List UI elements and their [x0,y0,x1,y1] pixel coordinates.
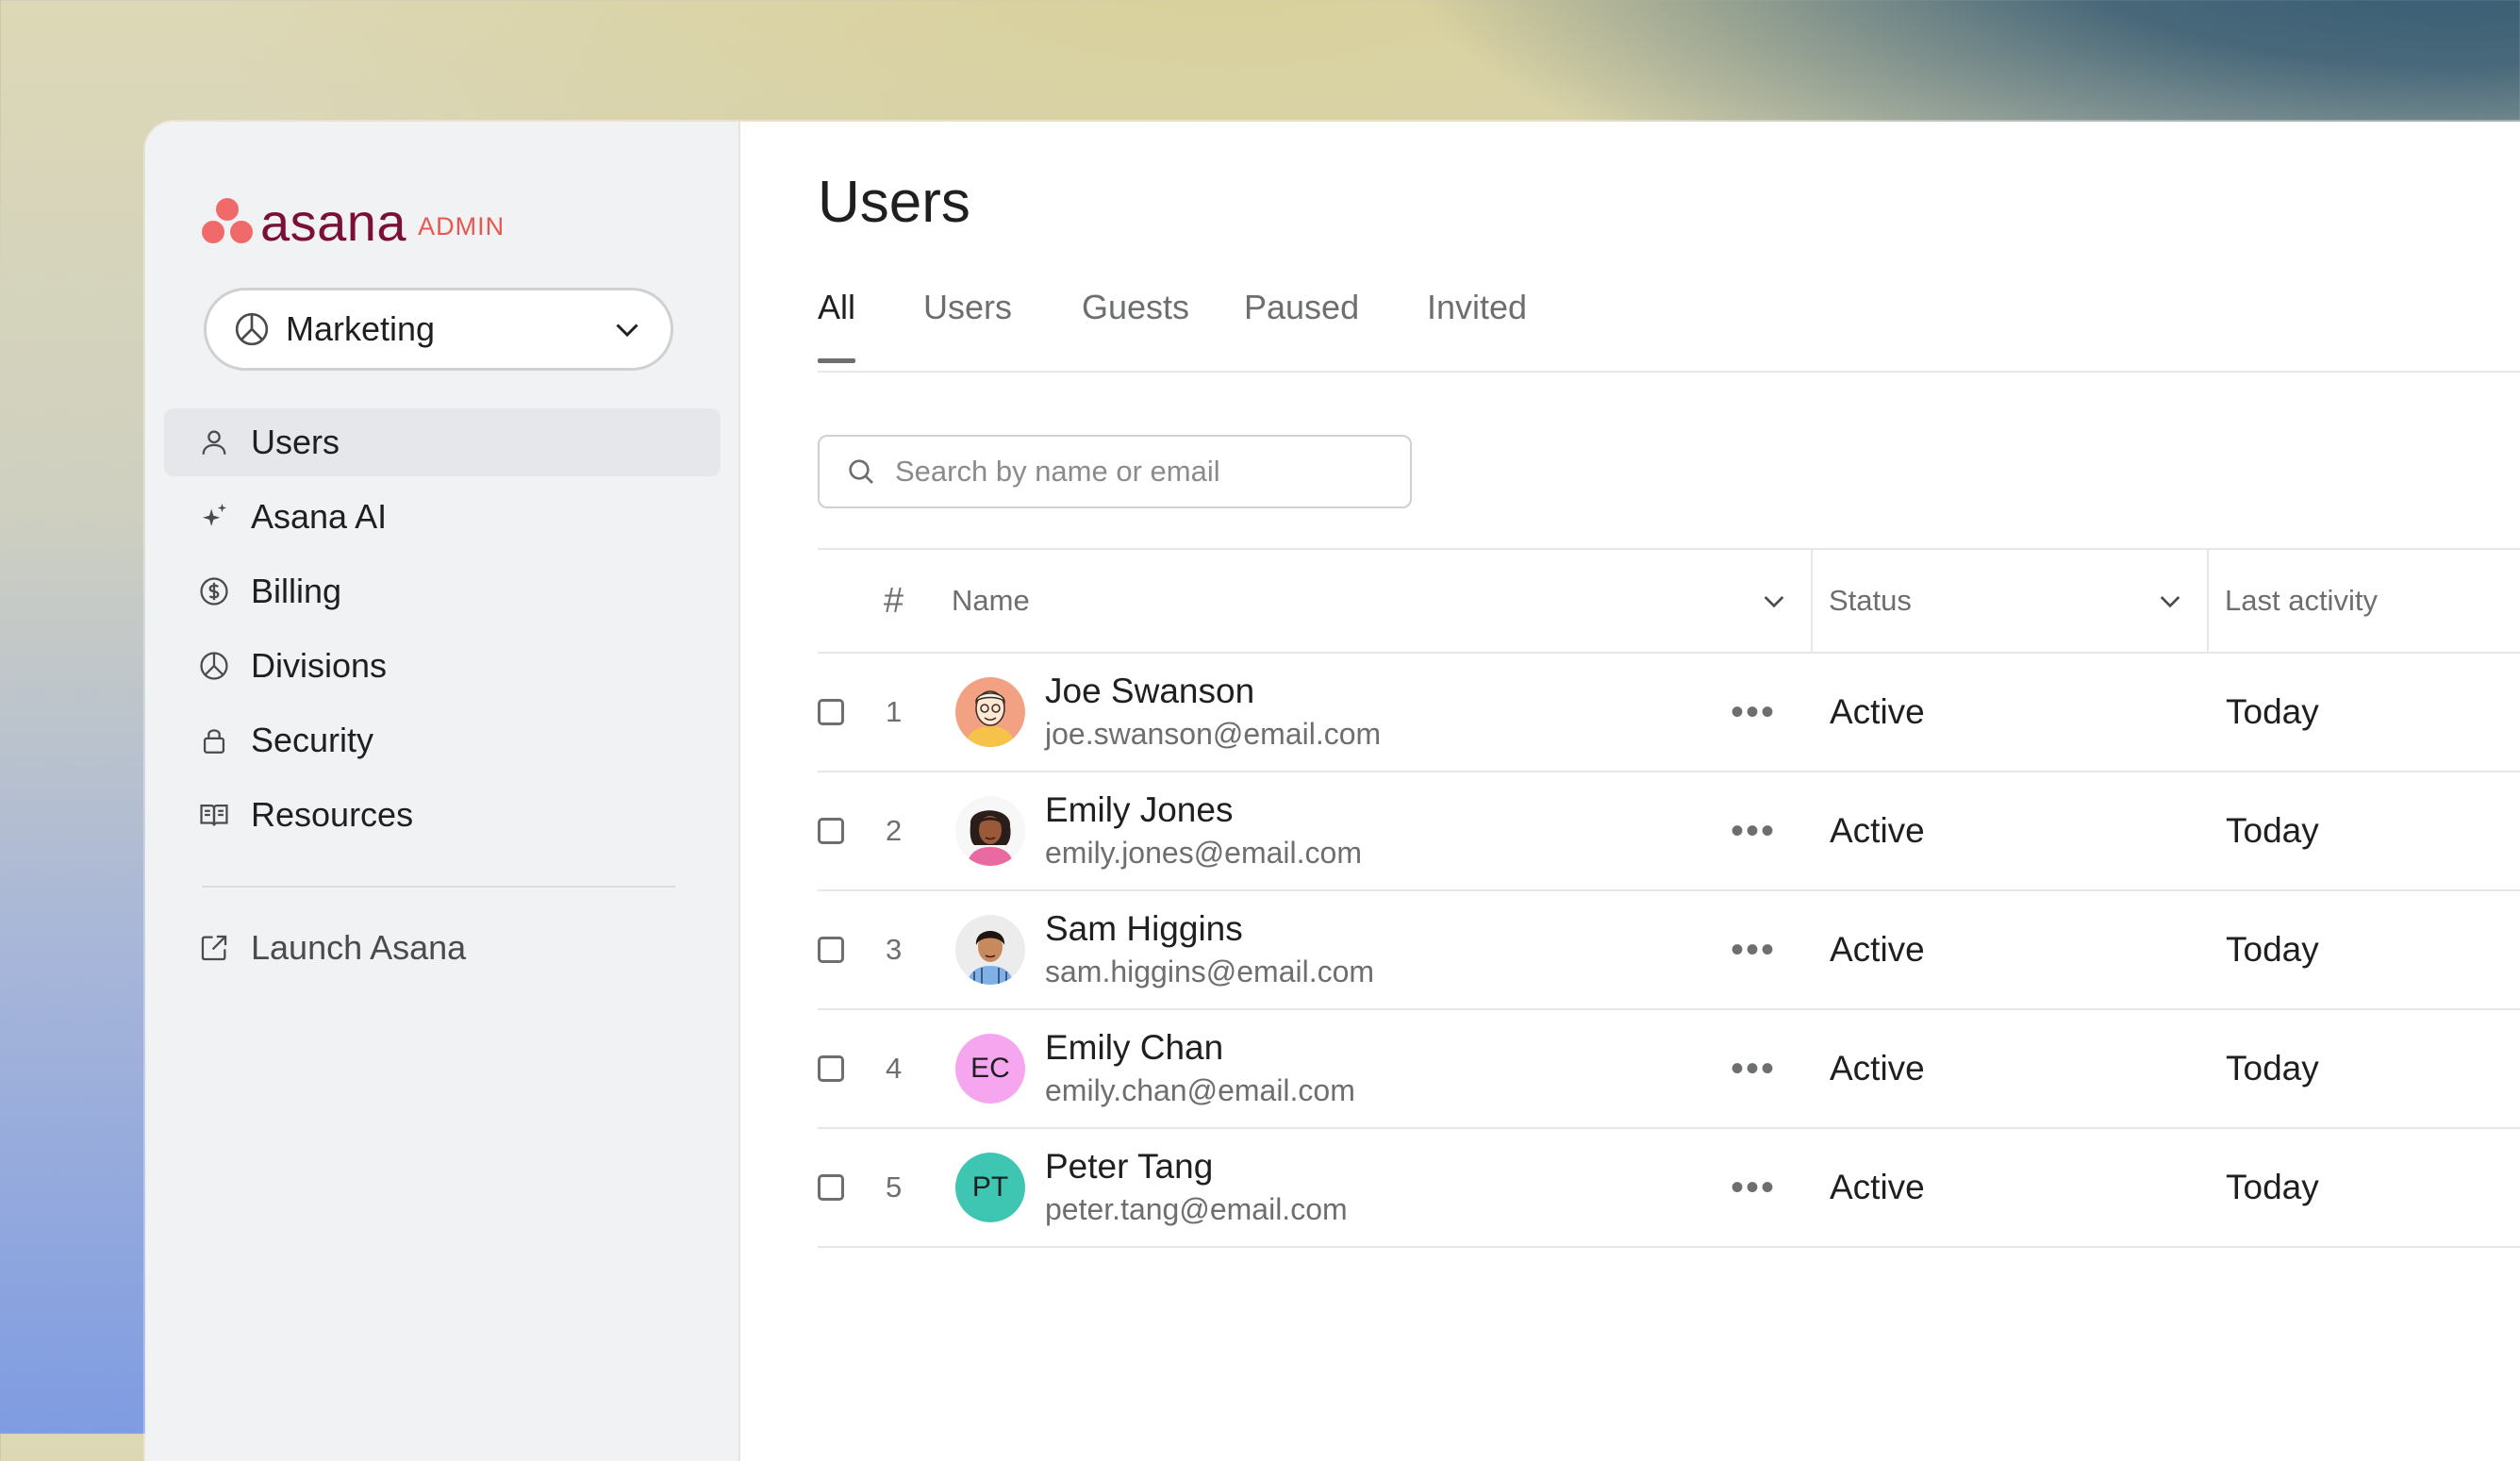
row-checkbox[interactable] [818,699,844,725]
tab-users[interactable]: Users [923,288,1012,346]
pie-chart-icon [235,312,269,346]
column-divider [1811,550,1813,652]
asana-logo[interactable]: asana ADMIN [202,191,506,252]
avatar [955,677,1025,747]
tab-guests[interactable]: Guests [1082,288,1189,346]
sidebar-item-label: Users [251,423,340,461]
last-activity-value: Today [2226,930,2319,969]
status-value: Active [1830,692,1925,731]
more-actions-button[interactable]: ••• [1731,1010,1776,1127]
search-box[interactable] [818,435,1412,508]
sidebar-item-resources[interactable]: Resources [164,781,721,849]
sidebar: asana ADMIN Marketing Users Asana AI Bil… [145,122,740,1461]
app-window: asana ADMIN Marketing Users Asana AI Bil… [145,122,2520,1461]
status-column-header[interactable]: Status [1829,550,1912,652]
sidebar-item-users[interactable]: Users [164,408,721,476]
launch-asana-link[interactable]: Launch Asana [164,914,721,982]
launch-asana-label: Launch Asana [251,928,467,967]
user-name[interactable]: Peter Tang [1045,1145,1348,1188]
dollar-icon [200,577,228,606]
status-value: Active [1830,1168,1925,1206]
sidebar-nav: Users Asana AI Billing Divisions Securit… [164,408,721,855]
user-email: emily.jones@email.com [1045,836,1362,870]
table-row[interactable]: 3 Sam Higgins sam.higgins@email.com ••• … [818,891,2520,1010]
tab-bar: All Users Guests Paused Invited [818,288,2520,373]
workspace-label: Marketing [286,309,436,348]
row-checkbox[interactable] [818,1174,844,1201]
sidebar-item-security[interactable]: Security [164,706,721,774]
user-email: joe.swanson@email.com [1045,717,1382,751]
column-divider [2207,550,2209,652]
status-value: Active [1830,1049,1925,1087]
row-number: 5 [886,1170,903,1204]
user-icon [202,430,226,455]
last-activity-value: Today [2226,1168,2319,1206]
more-actions-button[interactable]: ••• [1731,654,1776,771]
last-activity-value: Today [2226,811,2319,850]
last-activity-value: Today [2226,1049,2319,1087]
sidebar-item-label: Security [251,721,374,759]
row-checkbox[interactable] [818,937,844,963]
sidebar-divider [202,886,675,888]
avatar [955,915,1025,985]
sidebar-item-divisions[interactable]: Divisions [164,632,721,700]
user-name[interactable]: Sam Higgins [1045,907,1374,951]
status-value: Active [1830,930,1925,969]
tab-paused[interactable]: Paused [1244,288,1359,346]
user-name[interactable]: Emily Chan [1045,1026,1355,1070]
external-link-icon [201,935,227,961]
number-column-header: # [884,580,904,621]
last-activity-value: Today [2226,692,2319,731]
table-row[interactable]: 5 PT Peter Tang peter.tang@email.com •••… [818,1129,2520,1248]
sidebar-item-label: Asana AI [251,497,388,536]
more-actions-button[interactable]: ••• [1731,891,1776,1008]
logo-wordmark: asana [260,191,407,252]
user-name[interactable]: Joe Swanson [1045,670,1381,713]
chevron-down-icon [616,324,638,338]
table-row[interactable]: 2 Emily Jones emily.jones@email.com ••• … [818,772,2520,891]
row-number: 1 [886,695,903,728]
admin-badge: ADMIN [418,211,506,241]
row-checkbox[interactable] [818,818,844,844]
row-number: 3 [886,933,903,966]
more-actions-button[interactable]: ••• [1731,772,1776,889]
avatar: PT [955,1153,1025,1222]
table-row[interactable]: 4 EC Emily Chan emily.chan@email.com •••… [818,1010,2520,1129]
sidebar-item-label: Billing [251,572,342,610]
sparkle-icon [202,503,227,526]
main-content: Users All Users Guests Paused Invited # … [740,122,2520,1461]
chevron-down-icon[interactable] [2155,586,2185,616]
lock-icon [203,729,225,754]
user-name[interactable]: Emily Jones [1045,789,1362,832]
page-title: Users [818,170,970,235]
tab-invited[interactable]: Invited [1427,288,1527,346]
table-header: # Name Status Last activity [818,548,2520,654]
workspace-selector[interactable]: Marketing [204,288,673,371]
book-icon [200,804,228,826]
table-row[interactable]: 1 Joe Swanson joe.swanson@email.com ••• … [818,654,2520,772]
sidebar-item-label: Divisions [251,646,388,685]
sidebar-item-label: Resources [251,795,414,834]
row-checkbox[interactable] [818,1055,844,1082]
more-actions-button[interactable]: ••• [1731,1129,1776,1246]
avatar [955,796,1025,866]
search-input[interactable] [893,454,1387,490]
sidebar-item-billing[interactable]: Billing [164,557,721,625]
user-email: emily.chan@email.com [1045,1073,1355,1107]
pie-chart-icon [200,652,228,680]
search-icon [849,459,873,484]
asana-dots-icon [202,198,253,245]
name-column-header[interactable]: Name [952,550,1030,652]
row-number: 2 [886,814,903,847]
user-email: sam.higgins@email.com [1045,955,1375,988]
user-email: peter.tang@email.com [1045,1192,1348,1226]
row-number: 4 [886,1052,903,1085]
users-table: # Name Status Last activity 1 Joe Swanso… [818,548,2520,1248]
sidebar-item-asana-ai[interactable]: Asana AI [164,483,721,551]
tab-all[interactable]: All [818,288,856,363]
chevron-down-icon[interactable] [1759,586,1789,616]
avatar: EC [955,1034,1025,1104]
last-activity-column-header[interactable]: Last activity [2225,550,2378,652]
status-value: Active [1830,811,1925,850]
